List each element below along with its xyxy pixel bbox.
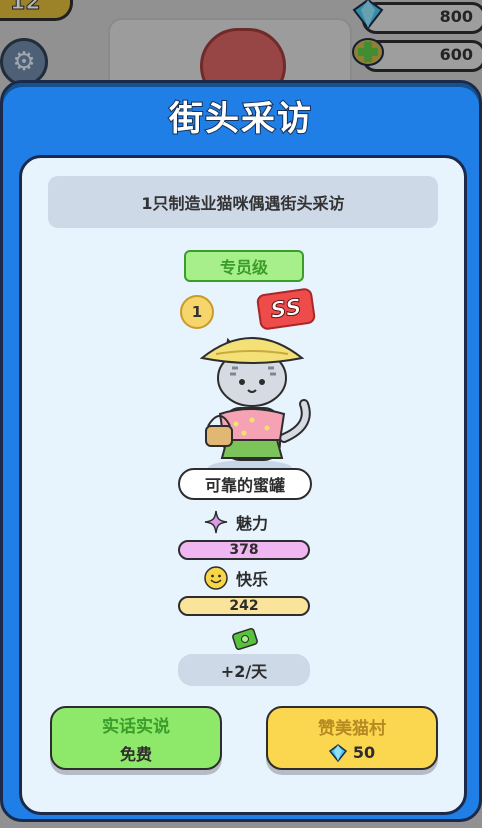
modal-title: 街头采访: [168, 98, 313, 140]
charm-label-text: 魅力: [236, 514, 269, 533]
charm-icon: [204, 510, 228, 534]
praise-village-button[interactable]: 赞美猫村 50: [266, 706, 438, 770]
praise-cost-value: 50: [352, 743, 376, 762]
tell-truth-button[interactable]: 实话实说 免费: [50, 706, 222, 770]
rank-label: 专员级: [184, 250, 304, 282]
happy-label-text: 快乐: [236, 570, 269, 589]
praise-cost: 50: [328, 743, 376, 762]
charm-value: 378: [229, 542, 259, 558]
charm-value-bar: 378: [178, 540, 310, 560]
cat-name: 可靠的蜜罐: [178, 468, 312, 500]
happy-value-bar: 242: [178, 596, 310, 616]
happy-stat-label: 快乐: [204, 566, 268, 590]
happy-face-icon: [204, 566, 228, 590]
happy-value: 242: [229, 598, 259, 614]
event-description: 1只制造业猫咪偶遇街头采访: [48, 176, 438, 228]
free-label: 免费: [119, 744, 152, 764]
modal-content: 1只制造业猫咪偶遇街头采访 专员级 1 SS 可靠的蜜罐 魅力 378 快乐 2…: [19, 155, 467, 815]
income-rate: +2/天: [178, 654, 310, 686]
diamond-icon: [328, 743, 347, 762]
cat-illustration: [199, 337, 311, 476]
event-modal: 街头采访 1只制造业猫咪偶遇街头采访 专员级 1 SS 可靠的蜜罐 魅力 378…: [0, 80, 482, 822]
charm-stat-label: 魅力: [204, 510, 268, 534]
praise-village-label: 赞美猫村: [318, 719, 386, 739]
tell-truth-label: 实话实说: [102, 716, 170, 737]
cash-icon: [232, 628, 258, 650]
